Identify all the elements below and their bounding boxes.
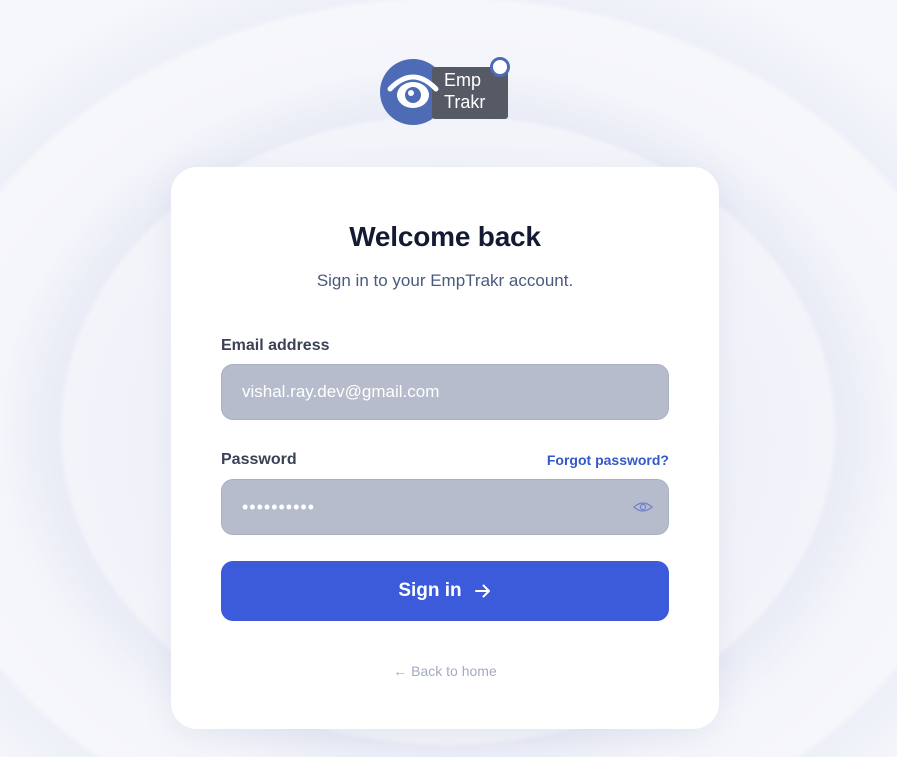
page-subtitle: Sign in to your EmpTrakr account. [316,271,574,290]
password-field[interactable] [221,479,669,535]
show-password-icon[interactable] [633,499,653,515]
arrow-right-icon [474,584,490,598]
password-label: Password [221,451,297,468]
sign-in-label: Sign in [398,580,462,601]
page-title: Welcome back [349,221,541,252]
logo-wordmark: Emp Trakr [444,69,485,113]
logo-line-2: Trakr [444,92,486,112]
logo-line-1: Emp [444,70,482,90]
login-card: Welcome back Sign in to your EmpTrakr ac… [171,167,719,729]
eye-icon [387,74,439,108]
email-label: Email address [221,337,330,354]
logo-dot [490,57,510,77]
emptrakr-logo: Emp Trakr [380,57,512,125]
email-field[interactable] [221,364,669,420]
forgot-password-link[interactable]: Forgot password? [547,452,669,468]
sign-in-button[interactable]: Sign in [221,561,669,621]
back-to-home-link[interactable]: ← Back to home [171,663,719,679]
